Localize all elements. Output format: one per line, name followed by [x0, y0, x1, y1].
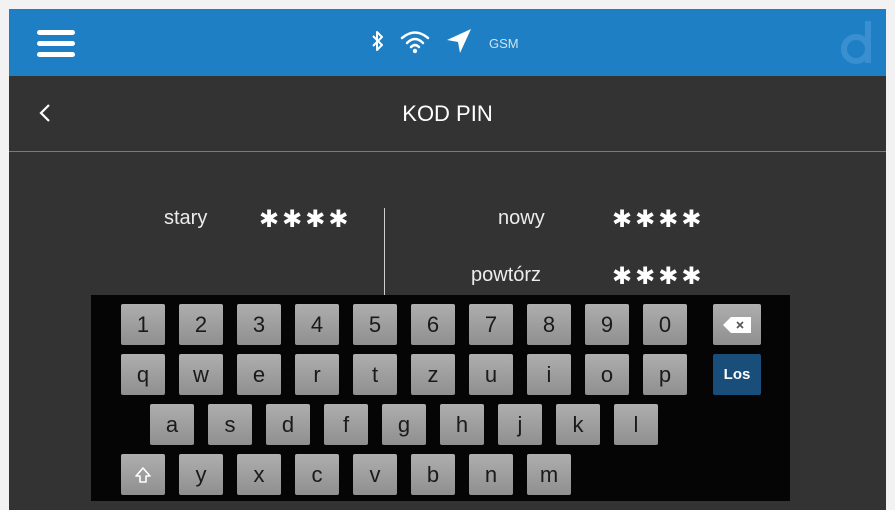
key-q[interactable]: q [121, 354, 165, 395]
key-c[interactable]: c [295, 454, 339, 495]
key-o[interactable]: o [585, 354, 629, 395]
key-k[interactable]: k [556, 404, 600, 445]
new-pin-field[interactable]: ✱✱✱✱ [612, 205, 704, 234]
key-a[interactable]: a [150, 404, 194, 445]
bluetooth-icon [371, 29, 385, 58]
on-screen-keyboard: 1 2 3 4 5 6 7 8 9 0 q w e r t z u i o p … [91, 295, 790, 501]
key-8[interactable]: 8 [527, 304, 571, 345]
key-9[interactable]: 9 [585, 304, 629, 345]
repeat-pin-label: powtórz [471, 264, 542, 286]
key-p[interactable]: p [643, 354, 687, 395]
key-x[interactable]: x [237, 454, 281, 495]
key-s[interactable]: s [208, 404, 252, 445]
wifi-icon [399, 28, 431, 59]
key-b[interactable]: b [411, 454, 455, 495]
key-7[interactable]: 7 [469, 304, 513, 345]
enter-button[interactable]: Los [713, 354, 761, 395]
key-g[interactable]: g [382, 404, 426, 445]
key-r[interactable]: r [295, 354, 339, 395]
key-4[interactable]: 4 [295, 304, 339, 345]
new-pin-label: nowy [498, 207, 545, 229]
column-divider [384, 208, 385, 298]
shift-icon [135, 467, 151, 483]
key-d[interactable]: d [266, 404, 310, 445]
key-m[interactable]: m [527, 454, 571, 495]
backspace-button[interactable] [713, 304, 761, 345]
logo-icon [838, 19, 878, 67]
device-screen: GSM KOD PIN stary ✱✱✱✱ nowy ✱✱✱✱ powtórz… [9, 9, 886, 510]
key-l[interactable]: l [614, 404, 658, 445]
backspace-icon [723, 317, 751, 333]
key-2[interactable]: 2 [179, 304, 223, 345]
key-1[interactable]: 1 [121, 304, 165, 345]
key-6[interactable]: 6 [411, 304, 455, 345]
key-j[interactable]: j [498, 404, 542, 445]
key-v[interactable]: v [353, 454, 397, 495]
key-u[interactable]: u [469, 354, 513, 395]
key-n[interactable]: n [469, 454, 513, 495]
key-f[interactable]: f [324, 404, 368, 445]
page-title: KOD PIN [402, 101, 493, 126]
key-h[interactable]: h [440, 404, 484, 445]
key-z[interactable]: z [411, 354, 455, 395]
repeat-pin-field[interactable]: ✱✱✱✱ [612, 262, 704, 291]
old-pin-field[interactable]: ✱✱✱✱ [259, 205, 351, 234]
key-w[interactable]: w [179, 354, 223, 395]
key-i[interactable]: i [527, 354, 571, 395]
gsm-label: GSM [489, 35, 519, 51]
key-0[interactable]: 0 [643, 304, 687, 345]
key-5[interactable]: 5 [353, 304, 397, 345]
shift-button[interactable] [121, 454, 165, 495]
location-icon [445, 27, 473, 60]
menu-icon[interactable] [37, 30, 75, 58]
old-pin-label: stary [164, 207, 208, 229]
key-e[interactable]: e [237, 354, 281, 395]
status-icons: GSM [371, 26, 519, 60]
key-3[interactable]: 3 [237, 304, 281, 345]
title-bar: KOD PIN [9, 76, 886, 152]
key-y[interactable]: y [179, 454, 223, 495]
key-t[interactable]: t [353, 354, 397, 395]
status-bar: GSM [9, 9, 886, 76]
